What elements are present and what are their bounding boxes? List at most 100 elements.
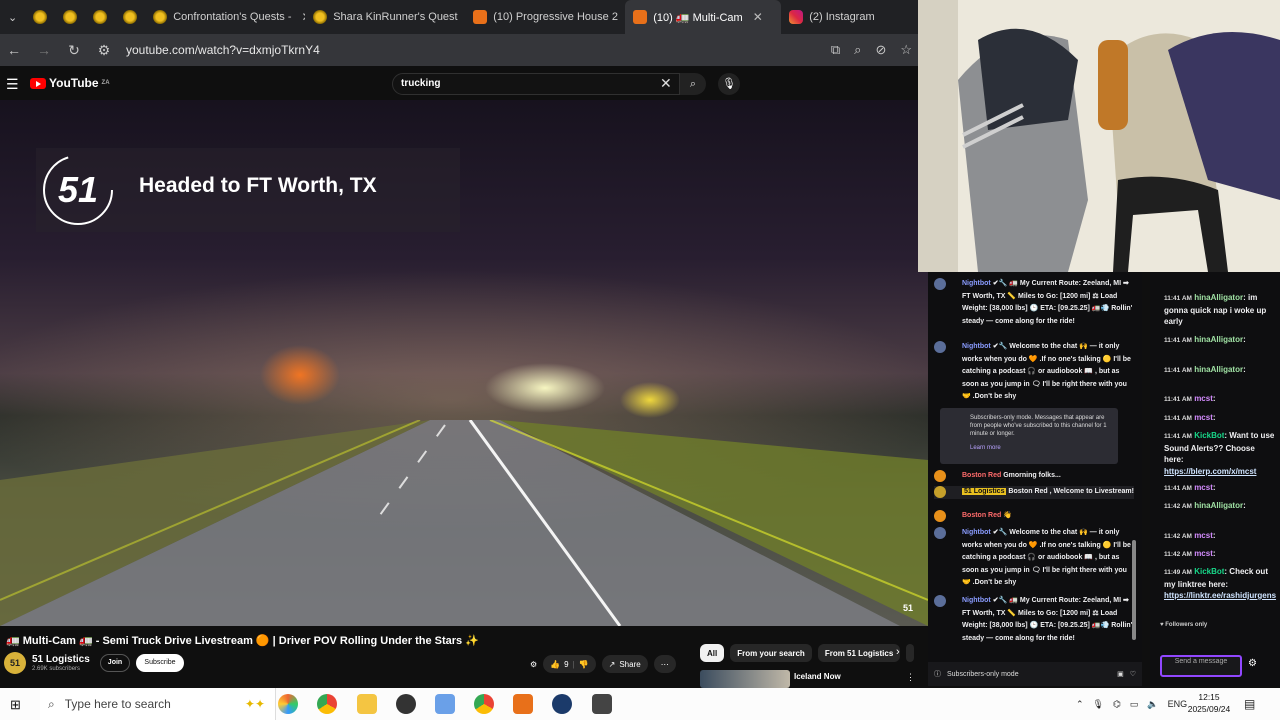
- browser-tab-2[interactable]: [55, 0, 85, 34]
- recommended-title[interactable]: Iceland Now: [794, 672, 841, 681]
- search-button[interactable]: ⌕: [680, 73, 706, 95]
- send-message-input[interactable]: Send a message: [1160, 655, 1242, 677]
- back-icon[interactable]: ←: [6, 42, 22, 58]
- chat-author[interactable]: mcst: [1194, 549, 1213, 558]
- clear-search-icon[interactable]: ✕: [660, 75, 672, 92]
- channel-name[interactable]: 51 Logistics: [32, 654, 90, 665]
- chip-from-channel[interactable]: From 51 Logistics: [817, 644, 901, 662]
- bookmark-star-icon[interactable]: ☆: [900, 42, 912, 58]
- chat-link[interactable]: https://linktr.ee/rashidjurgens: [1164, 591, 1276, 600]
- voice-search-button[interactable]: 🎙: [718, 73, 740, 95]
- chevron-right-icon[interactable]: ›: [896, 646, 900, 658]
- chevron-up-icon[interactable]: ⌃: [1076, 699, 1084, 710]
- microphone-icon[interactable]: 🎙: [1093, 699, 1104, 710]
- subscribe-button[interactable]: Subscribe: [136, 654, 184, 672]
- snipping-icon[interactable]: [435, 694, 455, 714]
- chat-scrollbar[interactable]: [1132, 540, 1136, 640]
- browser-tab-4[interactable]: [115, 0, 145, 34]
- browser-tab-progressive[interactable]: (10) Progressive House 2: [465, 0, 625, 34]
- learn-more-link[interactable]: Learn more: [970, 444, 1112, 452]
- chat-author[interactable]: mcst: [1194, 483, 1213, 492]
- chat-author[interactable]: mcst: [1194, 413, 1213, 422]
- search-input[interactable]: trucking: [392, 73, 680, 95]
- youtube-logo[interactable]: YouTube ZA: [30, 76, 110, 90]
- tracking-icon[interactable]: ⊘: [875, 42, 886, 58]
- chat-author[interactable]: hinaAlligator: [1194, 365, 1243, 374]
- chat-author[interactable]: Boston Red: [962, 472, 1001, 479]
- thumbs-up-icon: 👍: [550, 659, 561, 669]
- chat-author[interactable]: hinaAlligator: [1194, 335, 1243, 344]
- chip-from-your-search[interactable]: From your search: [730, 644, 812, 662]
- close-icon[interactable]: ✕: [753, 10, 763, 24]
- tab-list-button[interactable]: ⌄: [0, 0, 25, 34]
- chat-link[interactable]: https://blerp.com/x/mcst: [1164, 467, 1256, 476]
- windows-start-icon[interactable]: ⊞: [10, 697, 21, 713]
- chat-author[interactable]: Nightbot: [962, 343, 991, 350]
- taskbar-search[interactable]: ⌕ Type here to search ✦✦: [40, 688, 276, 720]
- emoji-icon[interactable]: ▣: [1117, 670, 1124, 678]
- menu-icon[interactable]: ☰: [6, 76, 19, 93]
- like-button[interactable]: 👍 9 | 👎: [543, 655, 596, 673]
- gold-badge-icon: [93, 10, 108, 24]
- notification-icon[interactable]: ▤: [1244, 697, 1255, 711]
- thumbs-down-icon[interactable]: 👎: [579, 660, 589, 669]
- tab-label: Confrontation's Quests -: [173, 11, 292, 23]
- steam-icon[interactable]: [552, 694, 572, 714]
- clock[interactable]: 12:15 2025/09/24: [1184, 691, 1234, 715]
- app-icon[interactable]: [592, 694, 612, 714]
- gear-icon[interactable]: ⚙: [530, 660, 537, 669]
- copilot-icon[interactable]: [278, 694, 298, 714]
- obs-icon[interactable]: [396, 694, 416, 714]
- chat-author[interactable]: hinaAlligator: [1194, 501, 1243, 510]
- file-explorer-icon[interactable]: [357, 694, 377, 714]
- chat-text: :: [1243, 365, 1246, 374]
- chat-author[interactable]: hinaAlligator: [1194, 293, 1243, 302]
- timestamp: 11:41 AM: [1164, 367, 1192, 374]
- more-actions-button[interactable]: ⋯: [653, 655, 676, 673]
- chat-author[interactable]: KickBot: [1194, 567, 1224, 576]
- network-icon[interactable]: ⌬: [1113, 699, 1121, 710]
- browser-tab-3[interactable]: [85, 0, 115, 34]
- chip-all[interactable]: All: [700, 644, 725, 662]
- chat-author[interactable]: Nightbot: [962, 529, 991, 536]
- browser-tab-multicam[interactable]: (10) 🚛 Multi-Cam ✕: [625, 0, 782, 34]
- install-icon[interactable]: ⧉: [831, 42, 840, 58]
- brave-icon[interactable]: [513, 694, 533, 714]
- chat-author[interactable]: mcst: [1194, 394, 1213, 403]
- chat-author[interactable]: KickBot: [1194, 431, 1224, 440]
- browser-tab-instagram[interactable]: (2) Instagram: [781, 0, 882, 34]
- tab-label: (10) 🚛 Multi-Cam: [653, 11, 743, 24]
- chat-message: 11:41 AM mcst:: [1164, 412, 1276, 425]
- chat-author[interactable]: Nightbot: [962, 597, 991, 604]
- speaker-icon[interactable]: 🔈: [1147, 699, 1158, 710]
- chip-partial[interactable]: [906, 644, 915, 662]
- chat-message: 11:42 AM mcst:: [1164, 530, 1276, 543]
- info-icon[interactable]: ⓘ: [934, 669, 941, 679]
- logistics-logo: 51: [43, 155, 113, 225]
- forward-icon[interactable]: →: [36, 42, 52, 58]
- channel-avatar[interactable]: 51: [4, 652, 26, 674]
- site-info-icon[interactable]: ⚙: [96, 42, 112, 59]
- browser-tab-1[interactable]: [25, 0, 55, 34]
- browser-tab-strip: ⌄ Confrontation's Quests -✕ Shara KinRun…: [0, 0, 918, 34]
- display-icon[interactable]: ▭: [1130, 699, 1139, 710]
- tab-label: (2) Instagram: [809, 11, 875, 23]
- chat-settings-icon[interactable]: ⚙: [1248, 658, 1257, 669]
- zoom-icon[interactable]: ⌕: [854, 42, 861, 58]
- share-button[interactable]: ↗ Share: [601, 655, 648, 673]
- heart-icon[interactable]: ♡: [1130, 670, 1136, 678]
- more-vert-icon[interactable]: ⋮: [906, 672, 915, 683]
- chat-author[interactable]: Nightbot: [962, 280, 991, 287]
- browser-tab-shara[interactable]: Shara KinRunner's Quest✕: [305, 0, 465, 34]
- video-player[interactable]: 51 Headed to FT Worth, TX 51: [0, 100, 928, 626]
- chat-author[interactable]: 51 Logistics: [962, 488, 1007, 495]
- browser-tab-confrontation[interactable]: Confrontation's Quests -✕: [145, 0, 305, 34]
- chrome-profile-icon[interactable]: [474, 694, 494, 714]
- reload-icon[interactable]: ↻: [66, 42, 82, 59]
- url-field[interactable]: youtube.com/watch?v=dxmjoTkrnY4: [126, 43, 817, 57]
- chrome-icon[interactable]: [317, 694, 337, 714]
- chat-author[interactable]: Boston Red: [962, 512, 1001, 519]
- chat-author[interactable]: mcst: [1194, 531, 1213, 540]
- join-button[interactable]: Join: [100, 654, 130, 672]
- recommended-thumbnail[interactable]: [700, 670, 790, 688]
